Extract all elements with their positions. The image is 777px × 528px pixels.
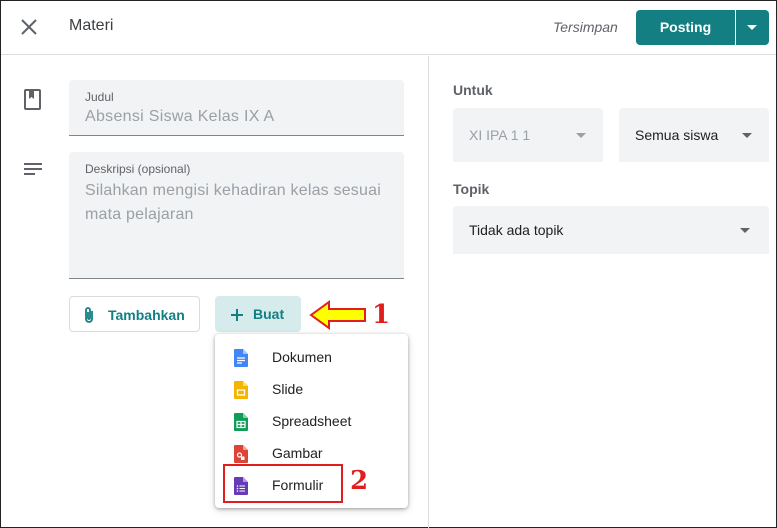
chevron-down-icon (576, 133, 586, 138)
topic-section-label: Topik (453, 181, 490, 197)
menu-item-label: Dokumen (272, 349, 332, 365)
add-attachment-label: Tambahkan (108, 307, 185, 323)
title-field-label: Judul (85, 90, 114, 104)
panel-divider (428, 56, 429, 528)
step-2-label: 2 (350, 466, 369, 496)
drawings-icon (234, 445, 248, 463)
create-button-label: Buat (253, 306, 285, 322)
step-1-label: 1 (372, 300, 391, 330)
top-bar: Materi Tersimpan Posting (1, 1, 776, 55)
docs-icon (234, 349, 248, 367)
chevron-down-icon (742, 133, 752, 138)
menu-item-label: Gambar (272, 445, 323, 461)
arrow-annotation (309, 300, 367, 335)
save-status: Tersimpan (553, 19, 618, 35)
add-attachment-button[interactable]: Tambahkan (69, 296, 200, 332)
menu-item-label: Slide (272, 381, 304, 397)
forms-highlight-box (223, 464, 343, 503)
sheets-icon (234, 413, 248, 431)
topic-select-value: Tidak ada topik (469, 222, 564, 238)
post-options-dropdown[interactable] (736, 10, 769, 45)
students-select[interactable]: Semua siswa (619, 108, 769, 162)
students-select-value: Semua siswa (635, 127, 719, 143)
menu-item-docs[interactable]: Dokumen (215, 341, 408, 373)
class-select-value: XI IPA 1 1 (469, 127, 531, 143)
plus-icon (231, 308, 243, 326)
description-field-label: Deskripsi (opsional) (85, 162, 191, 176)
bookmark-icon (23, 89, 47, 113)
post-button[interactable]: Posting (636, 10, 735, 45)
paperclip-icon (83, 306, 95, 329)
page-title: Materi (69, 17, 114, 34)
chevron-down-icon (740, 228, 750, 233)
menu-item-slides[interactable]: Slide (215, 373, 408, 405)
description-field-value: Silahkan mengisi kehadiran kelas sesuai … (85, 182, 381, 223)
title-field-value: Absensi Siswa Kelas IX A (85, 108, 275, 125)
close-icon[interactable] (17, 15, 41, 39)
slides-icon (234, 381, 248, 399)
title-field[interactable]: Judul Absensi Siswa Kelas IX A (69, 80, 404, 136)
description-field[interactable]: Deskripsi (opsional) Silahkan mengisi ke… (69, 152, 404, 279)
menu-item-sheets[interactable]: Spreadsheet (215, 405, 408, 437)
menu-item-label: Spreadsheet (272, 413, 352, 429)
topic-select[interactable]: Tidak ada topik (453, 206, 769, 254)
description-icon (23, 161, 47, 185)
class-select[interactable]: XI IPA 1 1 (453, 108, 603, 162)
create-button[interactable]: Buat (215, 296, 301, 332)
for-section-label: Untuk (453, 82, 493, 98)
